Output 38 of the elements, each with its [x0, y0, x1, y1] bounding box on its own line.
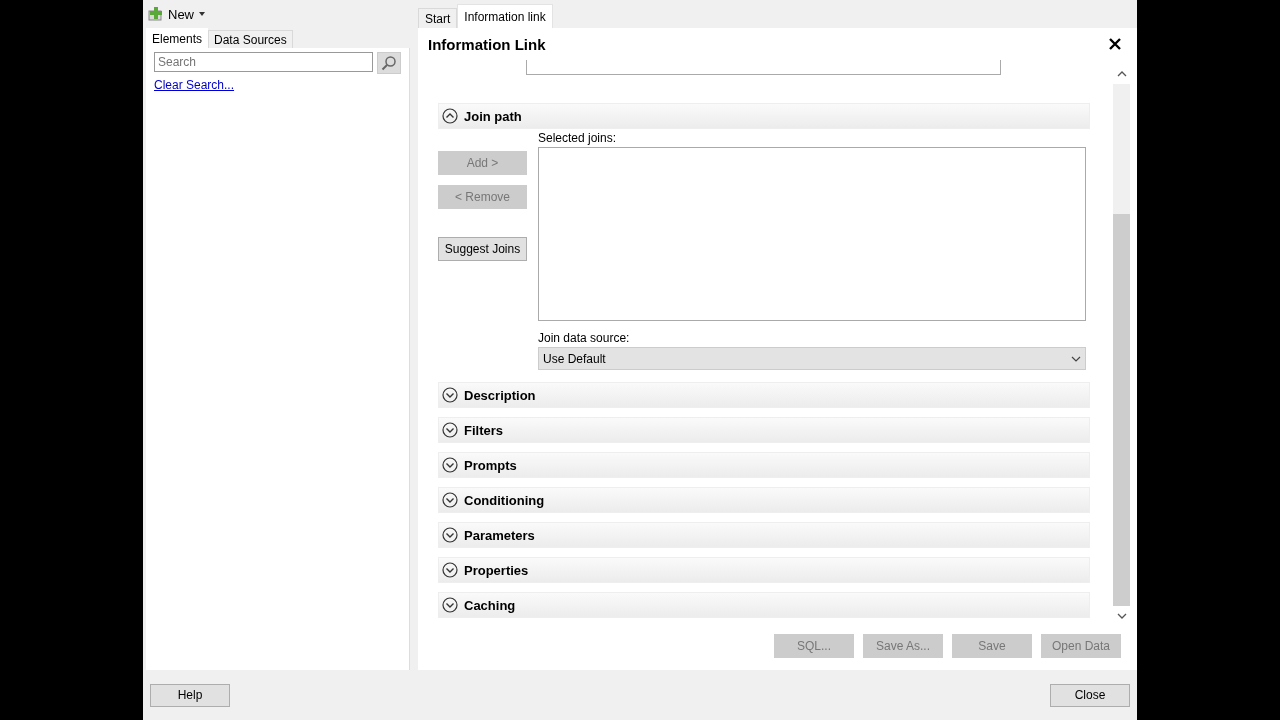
tab[interactable]: Data Sources	[208, 30, 293, 48]
tab[interactable]: Information link	[457, 4, 553, 28]
chevron-icon	[442, 108, 458, 124]
scroll-down-icon[interactable]	[1116, 613, 1127, 619]
section-header[interactable]: Prompts	[438, 452, 1090, 478]
chevron-icon	[442, 492, 458, 508]
chevron-icon	[442, 527, 458, 543]
join-button[interactable]: Suggest Joins	[438, 237, 527, 261]
dropdown[interactable]: Use Default	[538, 347, 1086, 370]
text-field[interactable]	[526, 60, 1001, 75]
tab[interactable]: Start	[418, 8, 458, 28]
section-header[interactable]: Parameters	[438, 522, 1090, 548]
panel-title: Information Link	[428, 35, 546, 53]
section-header[interactable]: Join path	[438, 103, 1090, 129]
section-header[interactable]: Properties	[438, 557, 1090, 583]
field-label: Join data source:	[538, 331, 630, 347]
section-header[interactable]: Conditioning	[438, 487, 1090, 513]
caret-icon	[198, 11, 206, 17]
new-button[interactable]: New	[146, 6, 208, 22]
chevron-icon	[442, 422, 458, 438]
chevron-icon	[442, 387, 458, 403]
chevron-icon	[442, 597, 458, 613]
help-button[interactable]: Help	[150, 683, 230, 707]
close-button[interactable]: Close	[1050, 683, 1130, 707]
chevron-icon	[442, 457, 458, 473]
section-header[interactable]: Description	[438, 382, 1090, 408]
search-button[interactable]	[377, 52, 401, 74]
plus-icon	[148, 6, 164, 22]
chevron-down-icon	[1071, 355, 1081, 362]
search-field[interactable]: Search	[154, 52, 374, 72]
clear-search-link[interactable]: Clear Search...	[154, 78, 235, 92]
section-header[interactable]: Filters	[438, 417, 1090, 443]
close-icon[interactable]	[1109, 38, 1121, 50]
field-label: Selected joins:	[538, 131, 617, 147]
chevron-icon	[442, 562, 458, 578]
scroll-up-icon[interactable]	[1116, 71, 1127, 77]
section-header[interactable]: Caching	[438, 592, 1090, 618]
tab[interactable]: Elements	[146, 28, 209, 48]
